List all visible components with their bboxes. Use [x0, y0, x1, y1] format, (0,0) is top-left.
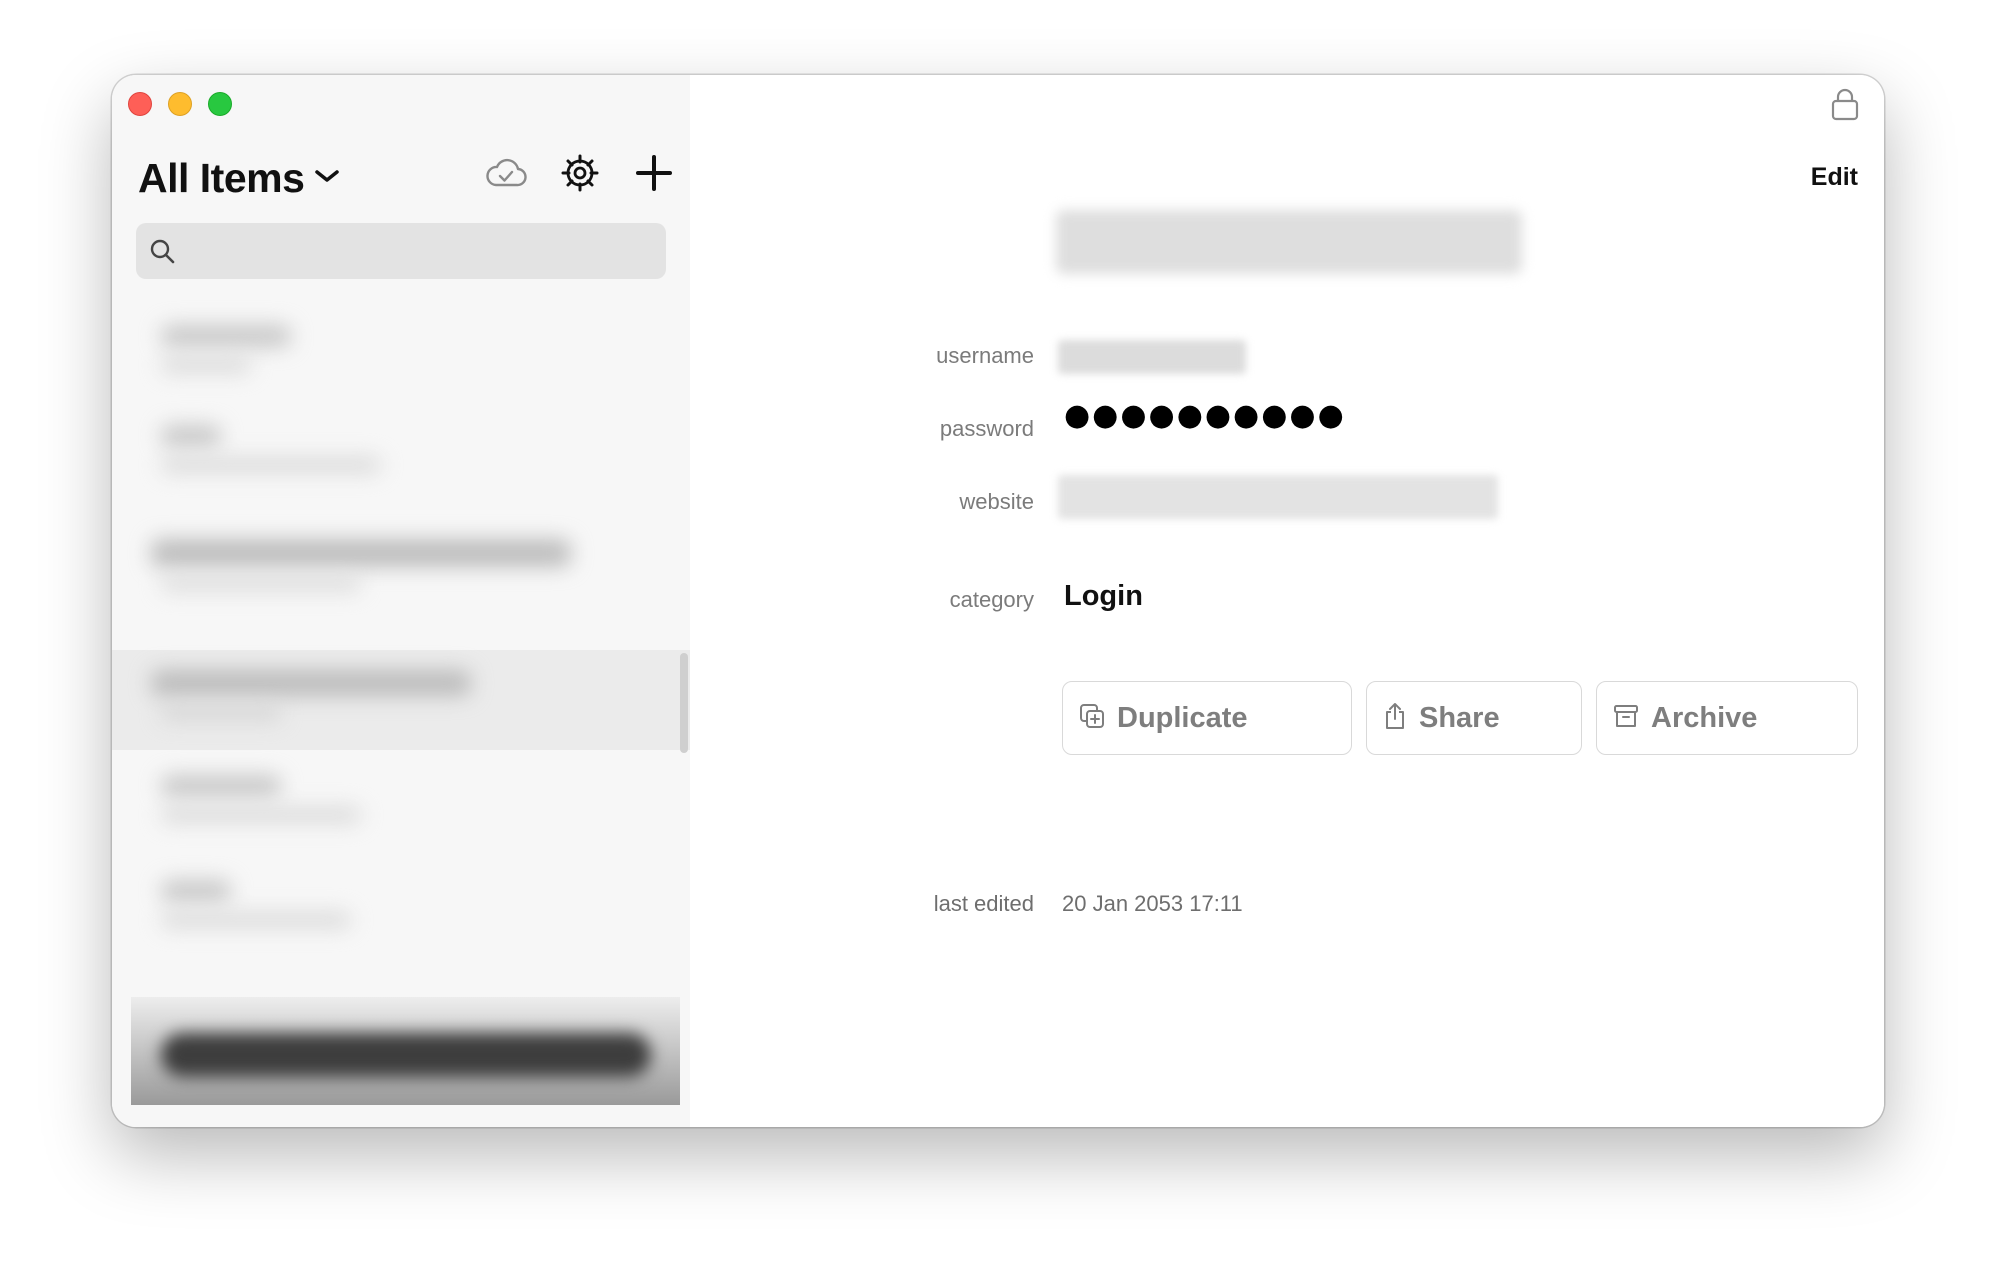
add-item-button[interactable] [632, 153, 676, 197]
username-value[interactable] [1058, 340, 1246, 374]
duplicate-icon [1079, 703, 1105, 734]
share-label: Share [1419, 701, 1500, 734]
share-button[interactable]: Share [1366, 681, 1582, 755]
password-label: password [939, 416, 1034, 441]
duplicate-label: Duplicate [1117, 701, 1248, 734]
list-item[interactable] [131, 519, 680, 615]
list-item[interactable] [131, 652, 680, 748]
list-item[interactable] [131, 407, 680, 503]
sidebar-scrollbar[interactable] [680, 653, 688, 753]
edit-button[interactable]: Edit [1811, 163, 1858, 192]
item-title [1056, 210, 1522, 274]
cloud-sync-icon [485, 157, 527, 194]
search-bar [136, 223, 666, 279]
last-edited-value: 20 Jan 2053 17:11 [1062, 891, 1243, 916]
list-item[interactable] [131, 862, 680, 958]
archive-icon [1613, 703, 1639, 734]
close-window-icon[interactable] [128, 92, 152, 116]
search-input[interactable] [188, 223, 666, 279]
chevron-down-icon [314, 168, 340, 189]
app-window: All Items Edit username password ●●●●●●●… [112, 75, 1884, 1127]
window-controls [128, 92, 232, 116]
sidebar: All Items [112, 75, 690, 1127]
password-value[interactable]: ●●●●●●●●●● [1064, 398, 1346, 433]
cloud-sync-button[interactable] [484, 153, 528, 197]
list-item[interactable] [131, 757, 680, 853]
settings-button[interactable] [558, 153, 602, 197]
list-item[interactable] [131, 997, 680, 1105]
category-value: Login [1064, 580, 1143, 612]
search-icon [136, 223, 188, 279]
share-icon [1383, 702, 1407, 735]
website-value[interactable] [1058, 475, 1498, 519]
zoom-window-icon[interactable] [208, 92, 232, 116]
archive-label: Archive [1651, 701, 1758, 734]
vault-selector[interactable]: All Items [138, 155, 340, 202]
plus-icon [634, 153, 674, 198]
minimize-window-icon[interactable] [168, 92, 192, 116]
item-actions: Duplicate Share Archive [1062, 681, 1858, 755]
category-label: category [949, 587, 1034, 612]
website-label: website [959, 489, 1034, 514]
sidebar-title: All Items [138, 155, 305, 201]
sidebar-toolbar [484, 153, 676, 197]
item-list [131, 307, 680, 1105]
username-label: username [936, 343, 1034, 368]
item-detail: Edit username password ●●●●●●●●●● websit… [690, 75, 1884, 1127]
last-edited-label: last edited [933, 891, 1034, 916]
gear-icon [560, 153, 600, 198]
lock-icon[interactable] [1830, 87, 1860, 126]
archive-button[interactable]: Archive [1596, 681, 1858, 755]
list-item[interactable] [131, 307, 680, 403]
duplicate-button[interactable]: Duplicate [1062, 681, 1352, 755]
